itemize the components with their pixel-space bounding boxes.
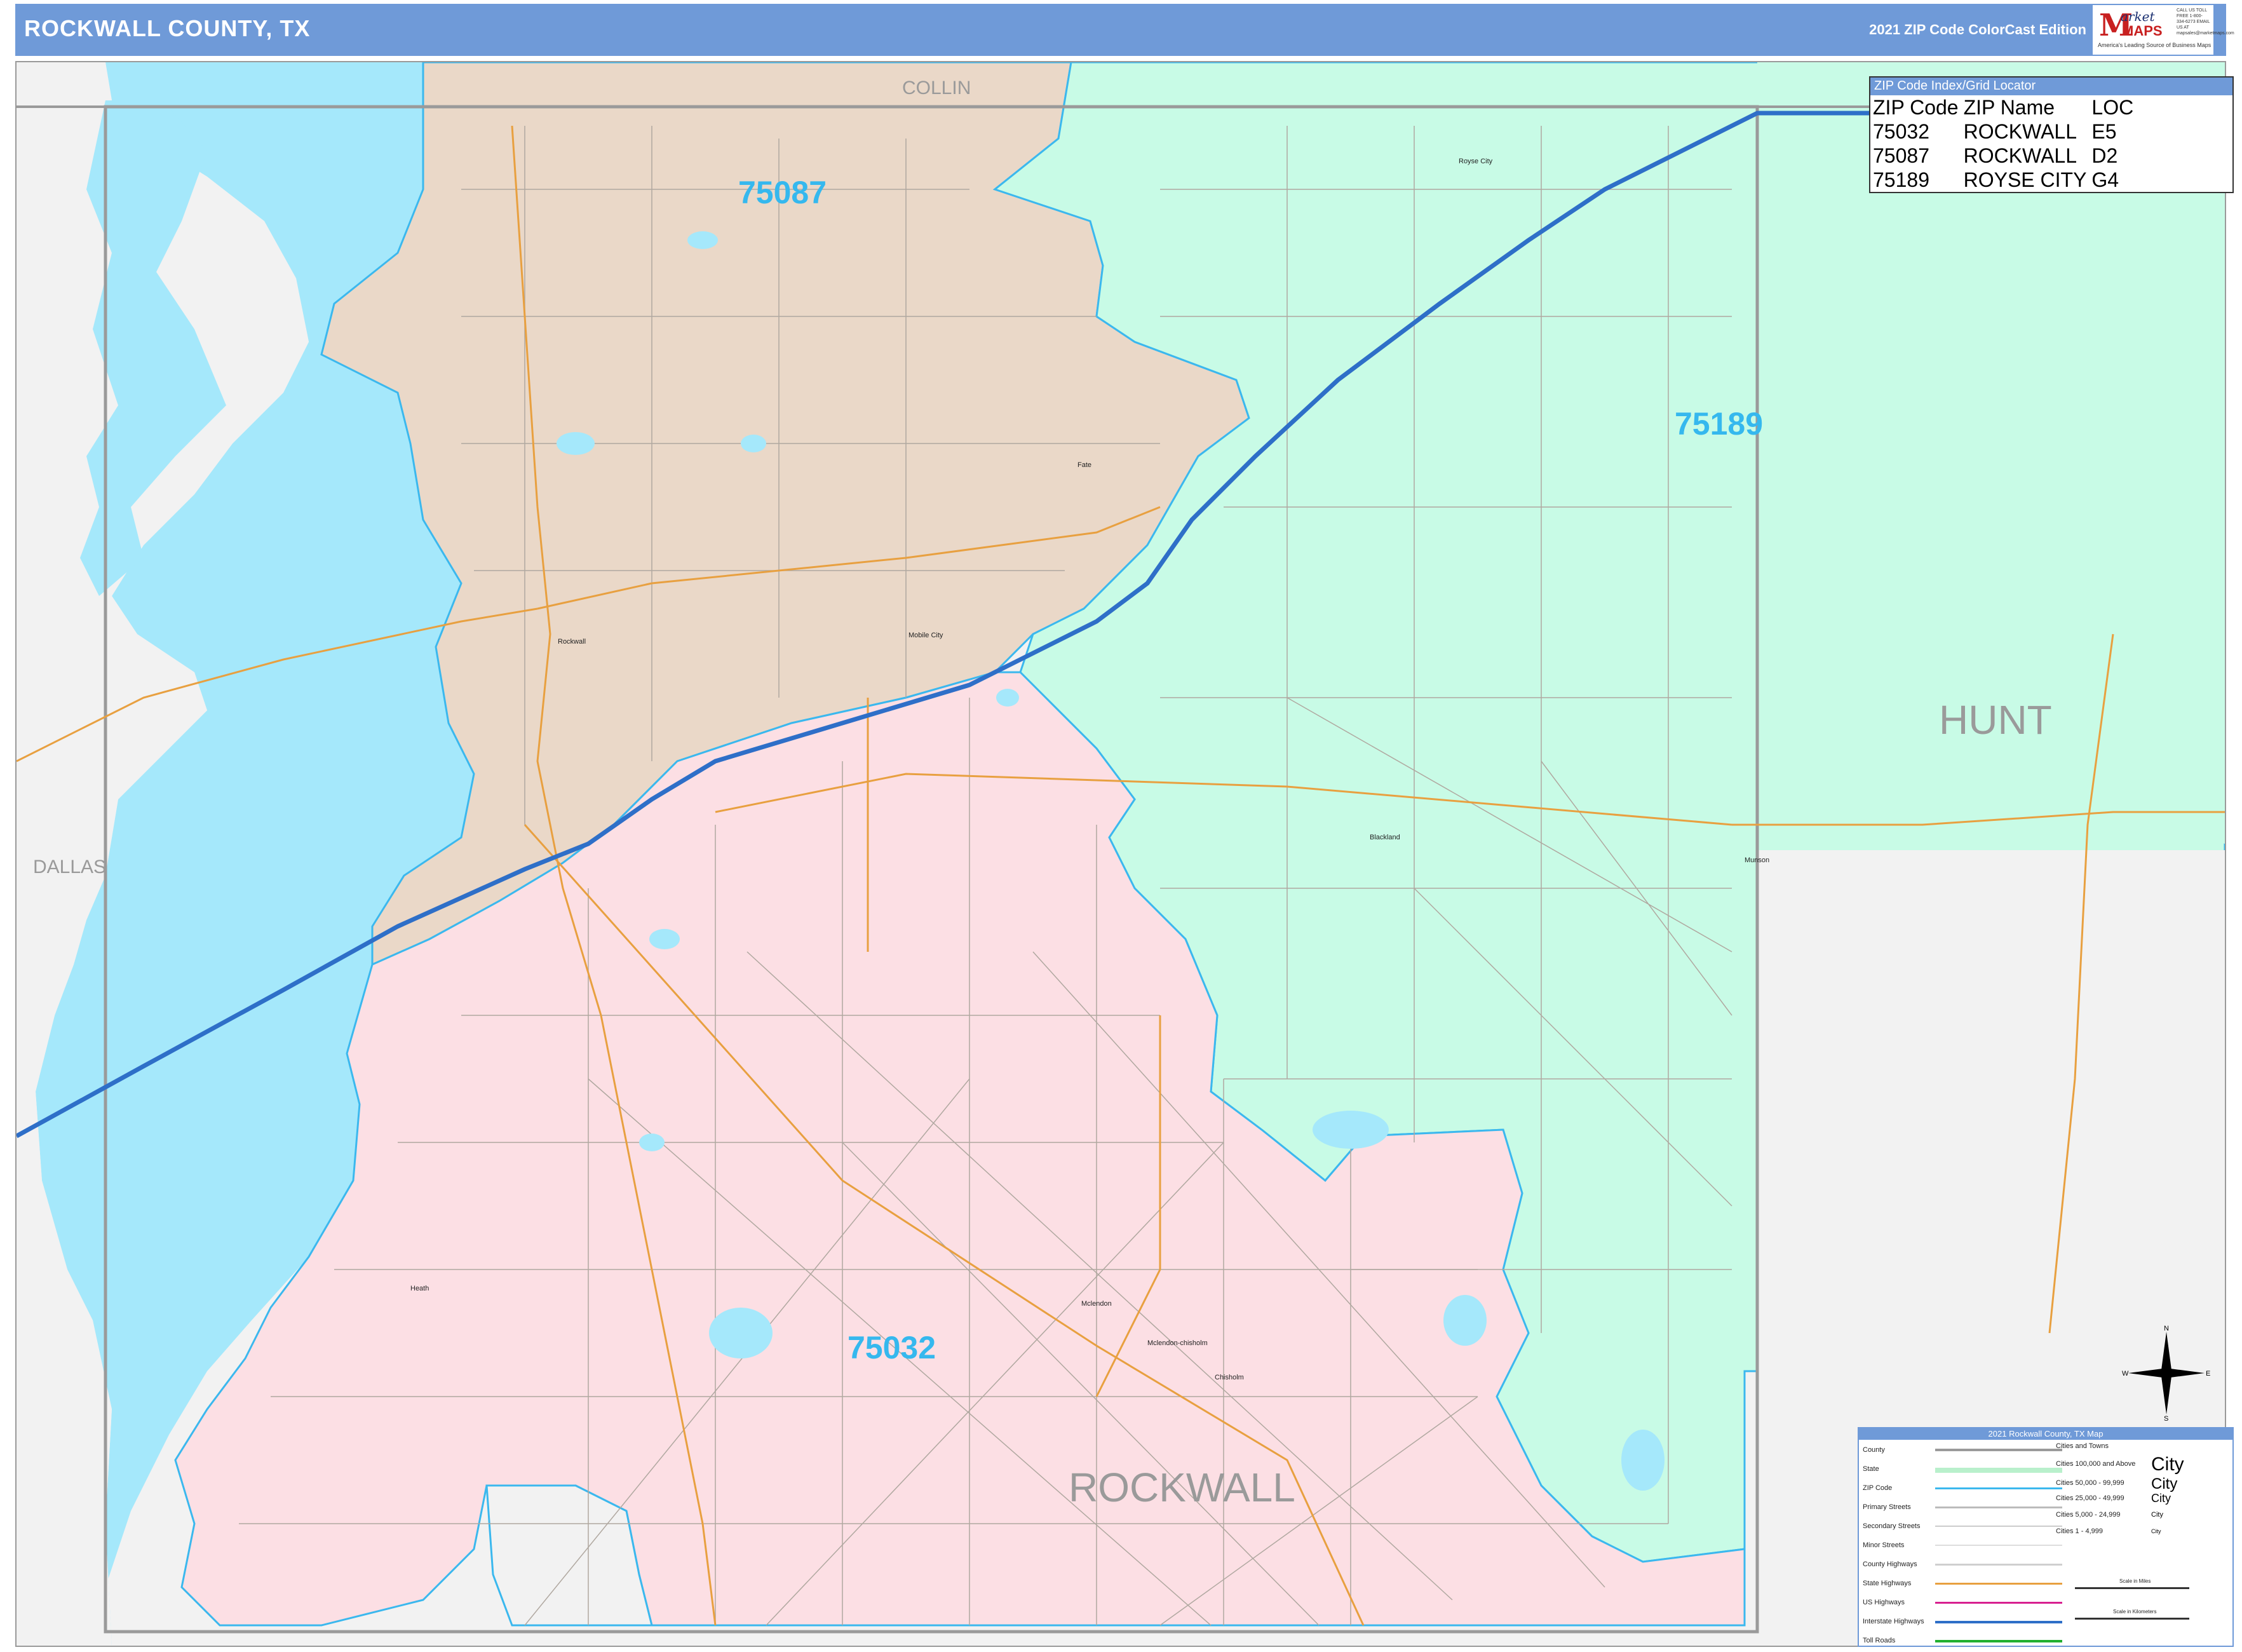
- legend-scale-miles-bar: [2075, 1587, 2189, 1589]
- legend-symbol-primary: [1935, 1506, 2062, 1508]
- legend-item-county-hwy: County Highways: [1863, 1561, 1917, 1568]
- zip-label-75087: 75087: [738, 175, 827, 210]
- place-blackland: Blackland: [1370, 834, 1400, 841]
- legend-symbol-toll: [1935, 1640, 2062, 1642]
- legend-scale-miles: Scale in Miles: [2119, 1578, 2151, 1584]
- place-mclendon-chisholm: Mclendon-chisholm: [1147, 1339, 1208, 1347]
- place-mobile-city: Mobile City: [908, 632, 943, 639]
- map-legend: 2021 Rockwall County, TX Map County Stat…: [1858, 1427, 2234, 1647]
- legend-city-range-5: Cities 1 - 4,999: [2056, 1527, 2103, 1535]
- legend-symbol-us-hwy: [1935, 1602, 2062, 1604]
- place-mclendon: Mclendon: [1081, 1300, 1112, 1308]
- county-label-rockwall: ROCKWALL: [1069, 1465, 1295, 1510]
- map-canvas[interactable]: 75087 75189 75032 HUNT ROCKWALL COLLIN D…: [15, 61, 2226, 1647]
- legend-symbol-state: [1935, 1468, 2062, 1473]
- legend-title: 2021 Rockwall County, TX Map: [1859, 1428, 2232, 1440]
- place-fate: Fate: [1077, 461, 1092, 469]
- legend-city-range-4: Cities 5,000 - 24,999: [2056, 1511, 2121, 1519]
- legend-symbol-interstate: [1935, 1621, 2062, 1623]
- zip-index-header-row: ZIP Code ZIP Name LOC: [1873, 95, 2138, 119]
- legend-item-primary: Primary Streets: [1863, 1503, 1911, 1511]
- legend-symbol-minor: [1935, 1545, 2062, 1546]
- legend-city-sample-4: City: [2151, 1511, 2163, 1519]
- zip-name-cell: ROYSE CITY: [1963, 168, 2087, 191]
- header-bar: ROCKWALL COUNTY, TX 2021 ZIP Code ColorC…: [15, 4, 2234, 56]
- legend-symbol-county: [1935, 1449, 2062, 1451]
- zip-index-header-loc: LOC: [2091, 96, 2134, 119]
- table-row: 75032 ROCKWALL E5: [1873, 119, 2138, 144]
- zip-name-cell: ROCKWALL: [1963, 120, 2077, 143]
- compass-e: E: [2206, 1370, 2210, 1378]
- legend-item-minor: Minor Streets: [1863, 1541, 1905, 1549]
- table-row: 75189 ROYSE CITY G4: [1873, 168, 2138, 192]
- legend-scale-km-bar: [2075, 1618, 2189, 1620]
- map-drawing: [17, 62, 2225, 1646]
- zip-label-75189: 75189: [1675, 406, 1764, 442]
- compass-rose: N S E W: [2122, 1325, 2211, 1424]
- legend-city-sample-5: City: [2151, 1528, 2161, 1534]
- place-chisholm: Chisholm: [1215, 1374, 1244, 1381]
- legend-item-zip: ZIP Code: [1863, 1484, 1893, 1492]
- place-royse-city: Royse City: [1459, 158, 1493, 165]
- legend-city-sample-1: City: [2151, 1454, 2184, 1475]
- legend-item-toll: Toll Roads: [1863, 1637, 1896, 1644]
- logo-tagline: America's Leading Source of Business Map…: [2098, 42, 2212, 48]
- legend-symbol-state-hwy: [1935, 1583, 2062, 1585]
- zip-loc-cell: G4: [2091, 168, 2119, 191]
- county-label-hunt: HUNT: [1939, 697, 2052, 743]
- legend-city-sample-2: City: [2151, 1475, 2178, 1493]
- logo-word-market: arket: [2121, 9, 2155, 24]
- compass-icon: N S E W: [2122, 1325, 2210, 1423]
- legend-item-county: County: [1863, 1446, 1885, 1454]
- zip-code-cell: 75032: [1873, 120, 1929, 143]
- edition-label: 2021 ZIP Code ColorCast Edition: [1869, 22, 2086, 37]
- compass-n: N: [2164, 1325, 2169, 1332]
- legend-symbol-zip: [1935, 1487, 2062, 1489]
- legend-scale-km: Scale in Kilometers: [2113, 1609, 2157, 1615]
- zip-index-title: ZIP Code Index/Grid Locator: [1870, 78, 2232, 95]
- county-label-dallas: DALLAS: [33, 856, 107, 877]
- legend-city-range-1: Cities 100,000 and Above: [2056, 1460, 2136, 1468]
- zip-index-grid: ZIP Code ZIP Name LOC 75032 ROCKWALL E5 …: [1873, 95, 2138, 192]
- zip-index-header-name: ZIP Name: [1963, 96, 2055, 119]
- zip-loc-cell: D2: [2091, 144, 2118, 167]
- place-heath: Heath: [410, 1285, 429, 1292]
- legend-cities-title: Cities and Towns: [2056, 1442, 2109, 1450]
- place-rockwall: Rockwall: [558, 638, 586, 646]
- county-label-collin: COLLIN: [902, 78, 971, 98]
- zip-loc-cell: E5: [2091, 120, 2117, 143]
- zip-label-75032: 75032: [848, 1330, 936, 1365]
- place-munson: Munson: [1745, 856, 1770, 864]
- legend-city-sample-3: City: [2151, 1492, 2171, 1505]
- legend-city-range-2: Cities 50,000 - 99,999: [2056, 1479, 2124, 1487]
- legend-item-secondary: Secondary Streets: [1863, 1522, 1921, 1530]
- logo-word-maps: MAPS: [2122, 23, 2163, 39]
- legend-item-state-hwy: State Highways: [1863, 1580, 1912, 1587]
- legend-city-range-3: Cities 25,000 - 49,999: [2056, 1494, 2124, 1502]
- table-row: 75087 ROCKWALL D2: [1873, 144, 2138, 168]
- zip-name-cell: ROCKWALL: [1963, 144, 2077, 167]
- zip-index-header-code: ZIP Code: [1873, 96, 1959, 119]
- legend-item-us-hwy: US Highways: [1863, 1599, 1905, 1606]
- compass-w: W: [2122, 1370, 2129, 1378]
- zip-index-table: ZIP Code Index/Grid Locator ZIP Code ZIP…: [1869, 76, 2234, 193]
- compass-s: S: [2164, 1415, 2168, 1421]
- legend-item-state: State: [1863, 1465, 1879, 1473]
- legend-symbol-secondary: [1935, 1526, 2062, 1527]
- page-title: ROCKWALL COUNTY, TX: [24, 15, 311, 41]
- legend-symbol-county-hwy: [1935, 1564, 2062, 1566]
- zip-code-cell: 75189: [1873, 168, 1929, 191]
- logo-contact: CALL US TOLL FREE 1-800-334-6273 EMAIL U…: [2177, 8, 2234, 36]
- market-maps-logo[interactable]: M arket MAPS America's Leading Source of…: [2093, 5, 2234, 55]
- zip-code-cell: 75087: [1873, 144, 1929, 167]
- legend-item-interstate: Interstate Highways: [1863, 1618, 1924, 1625]
